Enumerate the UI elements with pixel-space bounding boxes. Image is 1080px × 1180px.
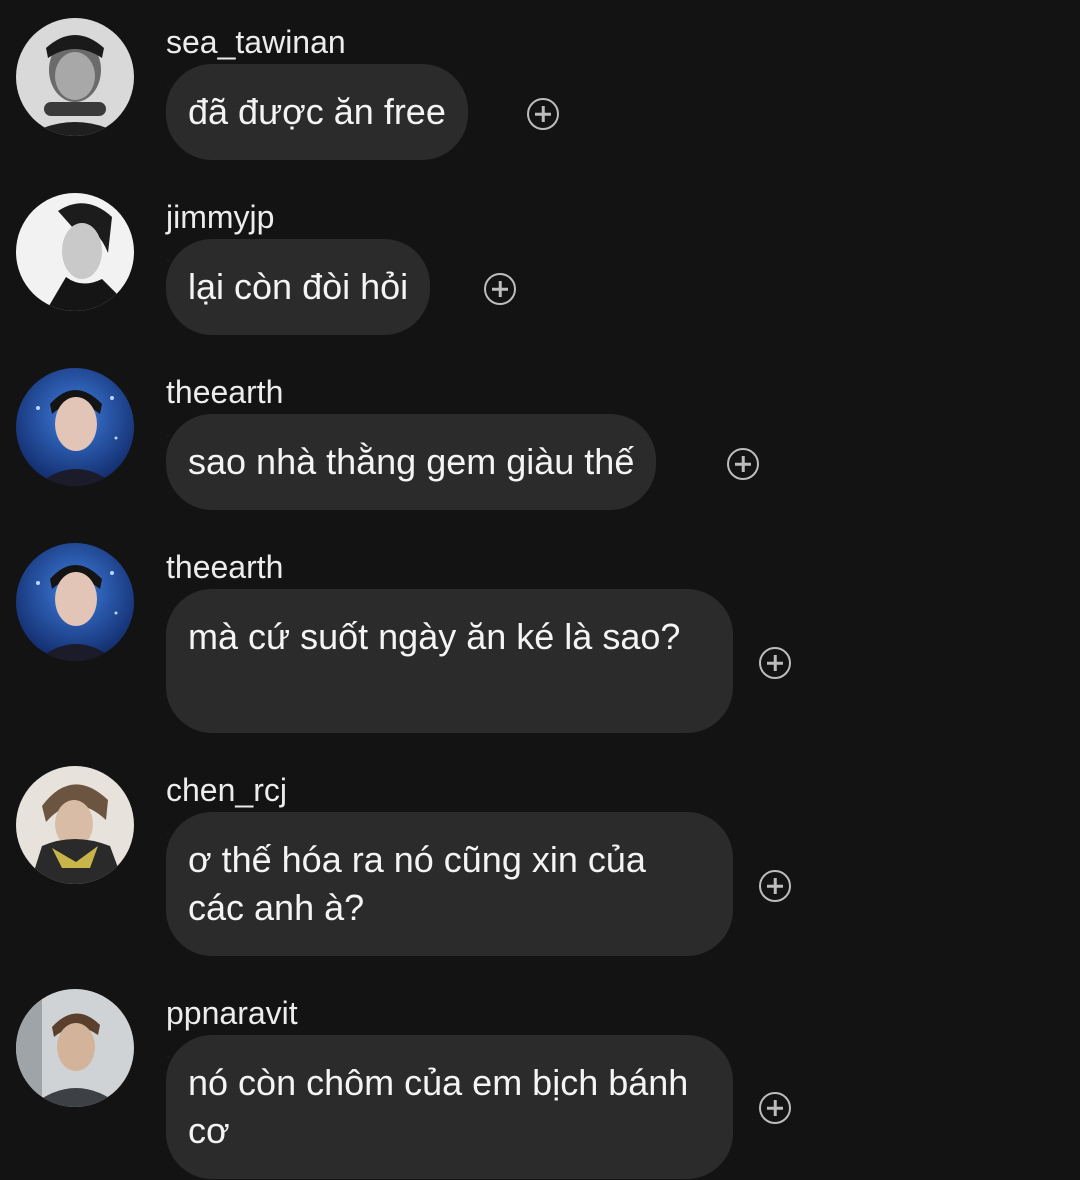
username[interactable]: chen_rcj	[166, 770, 287, 810]
portrait-blue-stage-icon	[16, 543, 134, 661]
username[interactable]: theearth	[166, 372, 283, 412]
avatar[interactable]	[16, 989, 134, 1107]
avatar[interactable]	[16, 193, 134, 311]
message-bubble[interactable]: đã được ăn free	[166, 64, 468, 160]
add-reaction-icon[interactable]	[759, 1092, 791, 1124]
avatar[interactable]	[16, 766, 134, 884]
message-bubble[interactable]: sao nhà thằng gem giàu thế	[166, 414, 657, 510]
bubble-tail	[150, 589, 176, 611]
message-bubble[interactable]: ơ thế hóa ra nó cũng xin của các anh à?	[166, 812, 733, 956]
message-row: theearth sao nhà thằng gem giàu thế	[0, 368, 1080, 518]
message-row: theearth mà cứ suốt ngày ăn ké là sao?	[0, 543, 1080, 738]
bubble-tail	[150, 414, 176, 436]
bubble-tail	[150, 812, 176, 834]
message-bubble[interactable]: nó còn chôm của em bịch bánh cơ	[166, 1035, 733, 1179]
add-reaction-icon[interactable]	[527, 98, 559, 130]
bubble-tail	[150, 64, 176, 86]
avatar[interactable]	[16, 18, 134, 136]
username[interactable]: sea_tawinan	[166, 22, 346, 62]
add-reaction-icon[interactable]	[484, 273, 516, 305]
message-row: jimmyjp lại còn đòi hỏi	[0, 193, 1080, 343]
message-row: ppnaravit nó còn chôm của em bịch bánh c…	[0, 989, 1080, 1180]
username[interactable]: ppnaravit	[166, 993, 298, 1033]
portrait-casual-icon	[16, 989, 134, 1107]
message-row: sea_tawinan đã được ăn free	[0, 18, 1080, 168]
portrait-scarf-icon	[16, 766, 134, 884]
add-reaction-icon[interactable]	[759, 870, 791, 902]
username[interactable]: jimmyjp	[166, 197, 274, 237]
avatar[interactable]	[16, 368, 134, 486]
add-reaction-icon[interactable]	[727, 448, 759, 480]
portrait-blue-stage-icon	[16, 368, 134, 486]
message-bubble[interactable]: lại còn đòi hỏi	[166, 239, 431, 335]
message-row: chen_rcj ơ thế hóa ra nó cũng xin của cá…	[0, 766, 1080, 961]
username[interactable]: theearth	[166, 547, 283, 587]
bubble-tail	[150, 239, 176, 261]
message-bubble[interactable]: mà cứ suốt ngày ăn ké là sao?	[166, 589, 733, 733]
bubble-tail	[150, 1035, 176, 1057]
portrait-profile-icon	[16, 193, 134, 311]
avatar[interactable]	[16, 543, 134, 661]
portrait-bw-hands-icon	[16, 18, 134, 136]
add-reaction-icon[interactable]	[759, 647, 791, 679]
